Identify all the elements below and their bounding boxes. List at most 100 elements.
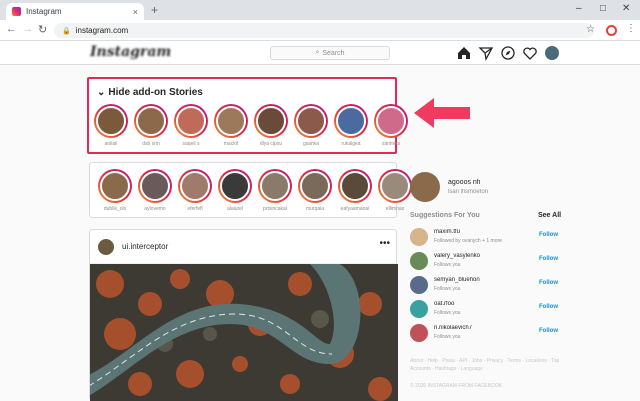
story-username: mackif <box>223 141 239 147</box>
follow-button[interactable]: Follow <box>539 256 558 262</box>
explore-icon[interactable] <box>500 45 516 61</box>
story-avatar <box>216 106 246 136</box>
post-author-username[interactable]: ui.interceptor <box>122 242 168 251</box>
browser-menu-icon[interactable]: ⋮ <box>626 23 636 34</box>
addon-story[interactable]: saqeil s <box>173 104 209 147</box>
instagram-header: Instagram ⌕ Search <box>0 41 640 65</box>
close-window-button[interactable]: ✕ <box>622 3 630 14</box>
story-username: eafyaamaoal <box>340 206 370 212</box>
tray-story[interactable]: aylovemo <box>137 169 173 212</box>
addon-story[interactable]: dlya cipsu <box>253 104 289 147</box>
post-image[interactable] <box>90 264 398 401</box>
footer-links[interactable]: About · Help · Press · API · Jobs · Priv… <box>410 357 560 373</box>
story-ring <box>174 104 208 138</box>
story-avatar <box>176 106 206 136</box>
current-user-name[interactable]: agooos nfi <box>448 179 480 186</box>
suggestion-subtitle: Follows you <box>434 310 461 316</box>
reload-button[interactable]: ↻ <box>38 23 47 36</box>
maximize-button[interactable]: □ <box>600 3 606 14</box>
story-avatar <box>180 171 210 201</box>
story-avatar <box>140 171 170 201</box>
post-author-avatar[interactable] <box>98 239 114 255</box>
follow-button[interactable]: Follow <box>539 280 558 286</box>
address-bar[interactable]: 🔒 instagram.com <box>54 23 594 38</box>
suggestion-username[interactable]: oat.rfoo <box>434 301 454 307</box>
addon-story[interactable]: rukalgea <box>333 104 369 147</box>
search-icon: ⌕ <box>315 49 320 56</box>
story-username: ellimnas <box>385 206 405 212</box>
suggestion-username[interactable]: n.nikolaevich7 <box>434 325 472 331</box>
bookmark-star-icon[interactable]: ☆ <box>586 24 595 35</box>
suggestion-avatar[interactable] <box>410 276 428 294</box>
story-ring <box>178 169 212 203</box>
home-icon[interactable] <box>456 45 472 61</box>
current-user-avatar[interactable] <box>410 172 440 202</box>
post-more-options-icon[interactable]: ••• <box>379 238 390 249</box>
suggestion-avatar[interactable] <box>410 300 428 318</box>
story-avatar <box>380 171 410 201</box>
browser-toolbar: ← → ↻ 🔒 instagram.com ☆ ⋮ <box>0 20 640 41</box>
follow-button[interactable]: Follow <box>539 328 558 334</box>
story-username: saqeil s <box>182 141 200 147</box>
addon-stories-panel: ⌄ Hide add-on Stories aoiiaii dsb srin saqe… <box>87 77 408 154</box>
extension-icon[interactable] <box>606 25 617 36</box>
instagram-logo[interactable]: Instagram <box>90 44 171 60</box>
chevron-down-icon: ⌄ <box>97 87 106 98</box>
story-avatar <box>260 171 290 201</box>
story-avatar <box>336 106 366 136</box>
minimize-button[interactable]: – <box>576 3 582 14</box>
tray-story[interactable]: dublik_ols <box>97 169 133 212</box>
story-ring <box>218 169 252 203</box>
suggestion-username[interactable]: semyan_bluehon <box>434 277 480 283</box>
tray-story[interactable]: murqaia <box>297 169 333 212</box>
story-avatar <box>136 106 166 136</box>
follow-button[interactable]: Follow <box>539 232 558 238</box>
tray-story[interactable]: eferfefl <box>177 169 213 212</box>
tray-story[interactable]: prtsincakal <box>257 169 293 212</box>
back-button[interactable]: ← <box>6 23 17 35</box>
suggestions-title: Suggestions For You <box>410 212 480 219</box>
story-username: dsb srin <box>142 141 160 147</box>
url-text: instagram.com <box>75 26 129 35</box>
story-avatar <box>256 106 286 136</box>
suggestion-subtitle: Follows you <box>434 286 461 292</box>
tray-story[interactable]: eafyaamaoal <box>337 169 373 212</box>
hide-addon-stories-toggle[interactable]: ⌄ Hide add-on Stories <box>97 87 206 98</box>
story-username: alaiurel <box>226 206 244 212</box>
heart-icon[interactable] <box>522 45 538 61</box>
direct-icon[interactable] <box>478 45 494 61</box>
tray-story[interactable]: ellimnas <box>377 169 413 212</box>
addon-story[interactable]: dsb srin <box>133 104 169 147</box>
callout-arrow-icon <box>414 98 470 128</box>
story-ring <box>334 104 368 138</box>
addon-story[interactable]: gsarwa <box>293 104 329 147</box>
suggestion-username[interactable]: maxim.tfu <box>434 229 460 235</box>
addon-story[interactable]: mackif <box>213 104 249 147</box>
browser-tab-strip: Instagram × + – □ ✕ <box>0 0 640 20</box>
story-ring <box>138 169 172 203</box>
story-username: sanmiks <box>381 141 401 147</box>
story-ring <box>378 169 412 203</box>
see-all-link[interactable]: See All <box>538 212 561 219</box>
tab-close-icon[interactable]: × <box>133 7 138 17</box>
story-username: rukalgea <box>341 141 361 147</box>
suggestion-avatar[interactable] <box>410 252 428 270</box>
story-avatar <box>296 106 326 136</box>
tray-story[interactable]: alaiurel <box>217 169 253 212</box>
story-username: dlya cipsu <box>259 141 283 147</box>
story-avatar <box>96 106 126 136</box>
forward-button[interactable]: → <box>22 23 33 35</box>
search-input[interactable]: ⌕ Search <box>270 46 390 60</box>
browser-tab[interactable]: Instagram × <box>6 3 144 20</box>
addon-story[interactable]: sanmiks <box>373 104 409 147</box>
addon-story[interactable]: aoiiaii <box>93 104 129 147</box>
suggestion-avatar[interactable] <box>410 228 428 246</box>
suggestion-item: semyan_bluehon Follows you Follow <box>410 274 560 296</box>
profile-avatar[interactable] <box>545 46 559 60</box>
suggestion-avatar[interactable] <box>410 324 428 342</box>
follow-button[interactable]: Follow <box>539 304 558 310</box>
suggestion-username[interactable]: valery_vasylenko <box>434 253 480 259</box>
new-tab-button[interactable]: + <box>151 3 158 17</box>
suggestion-subtitle: Followed by ovanych + 1 more <box>434 238 502 244</box>
story-username: aylovemo <box>144 206 166 212</box>
